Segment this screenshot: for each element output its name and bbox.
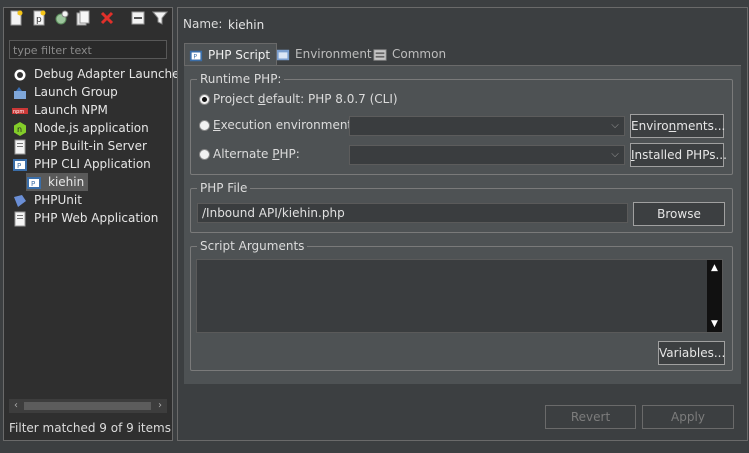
script-arguments-textarea[interactable]: [196, 259, 723, 333]
chevron-down-icon: ⌵: [611, 149, 619, 160]
tree-item-label: Launch NPM: [34, 103, 108, 117]
tab-environment[interactable]: Environment: [272, 43, 378, 65]
execution-environment-radio[interactable]: [199, 120, 210, 131]
launch-config-toolbar: p: [5, 10, 170, 30]
debug-adapter-icon: [13, 68, 27, 81]
script-arguments-title: Script Arguments: [197, 239, 308, 253]
chevron-up-icon[interactable]: ▲: [707, 262, 722, 274]
scroll-thumb[interactable]: [24, 402, 151, 410]
runtime-php-title: Runtime PHP:: [197, 72, 285, 86]
php-script-icon: P: [189, 50, 203, 61]
tree-item-label: PHP Built-in Server: [34, 139, 147, 153]
php-file-path-field[interactable]: /Inbound API/kiehin.php: [197, 203, 628, 223]
installed-phps-button[interactable]: Installed PHPs...: [630, 143, 727, 167]
svg-text:P: P: [17, 162, 21, 170]
tab-label: Common: [392, 47, 447, 61]
duplicate-icon[interactable]: [75, 10, 91, 26]
tree-item-label: PHP Web Application: [34, 211, 159, 225]
config-name-field[interactable]: kiehin: [222, 14, 743, 34]
tree-item-label: Debug Adapter Launcher: [34, 67, 185, 81]
filter-input[interactable]: type filter text: [9, 40, 167, 59]
execution-environment-label: Execution environment:: [213, 118, 357, 132]
collapse-all-icon[interactable]: [130, 10, 146, 26]
project-default-label: Project default: PHP 8.0.7 (CLI): [213, 92, 398, 106]
tree-item-label: PHP CLI Application: [34, 157, 151, 171]
svg-text:P: P: [193, 53, 197, 60]
tab-label: PHP Script: [208, 48, 271, 62]
svg-text:p: p: [36, 15, 42, 25]
tree-item-php-cli-application[interactable]: P PHP CLI Application: [12, 155, 151, 173]
phpunit-icon: [14, 194, 26, 207]
tree-item-launch-group[interactable]: Launch Group: [12, 83, 118, 101]
browse-button[interactable]: Browse: [633, 202, 725, 226]
svg-text:npm: npm: [13, 109, 24, 115]
tree-item-phpunit[interactable]: PHPUnit: [12, 191, 82, 209]
tree-item-label: PHPUnit: [34, 193, 82, 207]
tree-item-php-built-in-server[interactable]: PHP Built-in Server: [12, 137, 147, 155]
tree-item-nodejs-application[interactable]: n Node.js application: [12, 119, 149, 137]
project-default-radio[interactable]: [199, 94, 210, 105]
scroll-left-icon[interactable]: ‹: [9, 399, 23, 413]
tab-php-script[interactable]: P PHP Script: [184, 43, 278, 66]
chevron-down-icon[interactable]: ▼: [707, 318, 722, 330]
tab-label: Environment: [295, 47, 372, 61]
php-file-title: PHP File: [197, 181, 251, 195]
npm-icon: npm: [12, 107, 28, 115]
tree-item-launch-npm[interactable]: npm Launch NPM: [12, 101, 108, 119]
execution-environment-combo[interactable]: ⌵: [349, 116, 625, 136]
php-web-icon: [14, 211, 26, 226]
php-file-icon: P: [27, 176, 41, 189]
environment-icon: [276, 49, 290, 60]
variables-button[interactable]: Variables...: [658, 341, 725, 365]
tab-common[interactable]: Common: [369, 43, 452, 65]
php-server-icon: [14, 139, 26, 154]
tree-item-label: Launch Group: [34, 85, 118, 99]
alternate-php-radio[interactable]: [199, 149, 210, 160]
launch-group-icon: [14, 86, 26, 99]
name-label: Name:: [183, 17, 223, 31]
nodejs-icon: n: [14, 121, 26, 136]
tree-item-kiehin[interactable]: Pkiehin: [26, 173, 89, 191]
svg-text:n: n: [17, 125, 22, 134]
delete-icon[interactable]: [99, 10, 115, 26]
filter-icon[interactable]: [152, 10, 168, 26]
tree-item-php-web-application[interactable]: PHP Web Application: [12, 209, 158, 227]
export-icon[interactable]: [53, 10, 69, 26]
alternate-php-label: Alternate PHP:: [213, 147, 300, 161]
script-arguments-scrollbar[interactable]: ▲ ▼: [707, 260, 722, 332]
tree-item-label: kiehin: [48, 175, 85, 189]
common-icon: [373, 48, 387, 61]
environments-button[interactable]: Environments...: [630, 114, 725, 138]
apply-button[interactable]: Apply: [642, 405, 734, 429]
new-launch-config-icon[interactable]: [8, 10, 24, 26]
php-cli-icon: P: [13, 158, 27, 171]
tree-horizontal-scrollbar[interactable]: ‹ ›: [9, 399, 167, 413]
svg-text:P: P: [31, 180, 35, 188]
new-prototype-icon[interactable]: p: [31, 10, 47, 26]
scroll-right-icon[interactable]: ›: [153, 399, 167, 413]
tree-item-label: Node.js application: [34, 121, 149, 135]
alternate-php-combo[interactable]: ⌵: [349, 145, 625, 165]
chevron-down-icon: ⌵: [611, 120, 619, 131]
filter-status-text: Filter matched 9 of 9 items: [9, 421, 171, 435]
tree-item-debug-adapter-launcher[interactable]: Debug Adapter Launcher: [12, 65, 184, 83]
revert-button[interactable]: Revert: [545, 405, 636, 429]
